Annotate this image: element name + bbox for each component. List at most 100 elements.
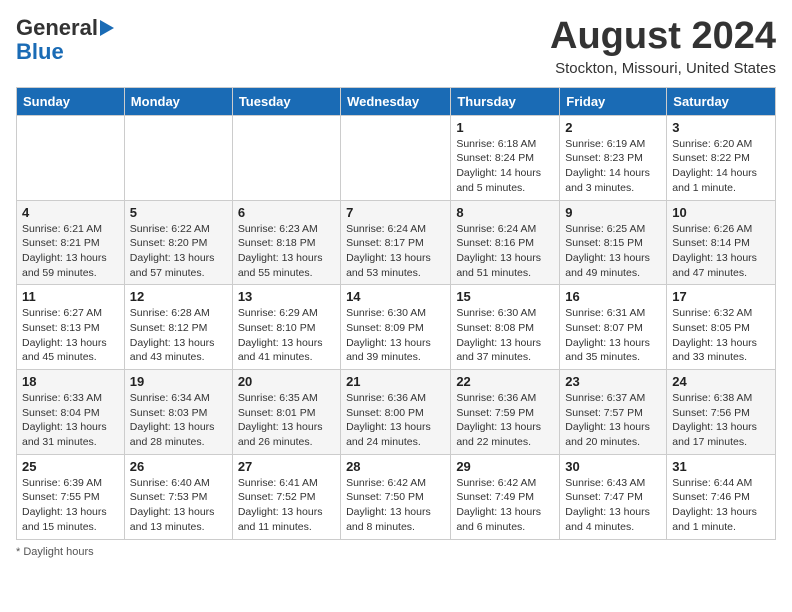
day-info: Sunrise: 6:39 AMSunset: 7:55 PMDaylight:… (22, 476, 119, 535)
calendar-cell: 18 Sunrise: 6:33 AMSunset: 8:04 PMDayligh… (17, 370, 125, 455)
calendar-cell: 3 Sunrise: 6:20 AMSunset: 8:22 PMDaylight… (667, 115, 776, 200)
logo-text: General (16, 16, 98, 40)
day-number: 29 (456, 459, 554, 474)
calendar-week-4: 18 Sunrise: 6:33 AMSunset: 8:04 PMDayligh… (17, 370, 776, 455)
header: General Blue August 2024 Stockton, Misso… (16, 16, 776, 77)
calendar-cell: 24Sunrise: 6:38 AMSunset: 7:56 PMDayligh… (667, 370, 776, 455)
day-info: Sunrise: 6:33 AMSunset: 8:04 PMDaylight:… (22, 391, 119, 450)
calendar-cell: 16 Sunrise: 6:31 AMSunset: 8:07 PMDayligh… (560, 285, 667, 370)
calendar-cell: 22Sunrise: 6:36 AMSunset: 7:59 PMDayligh… (451, 370, 560, 455)
day-info: Sunrise: 6:27 AMSunset: 8:13 PMDaylight:… (22, 306, 119, 365)
day-number: 14 (346, 289, 445, 304)
day-number: 10 (672, 205, 770, 220)
day-info: Sunrise: 6:22 AMSunset: 8:20 PMDaylight:… (130, 222, 227, 281)
calendar-cell (232, 115, 340, 200)
calendar-cell (17, 115, 125, 200)
title-area: August 2024 Stockton, Missouri, United S… (550, 16, 776, 77)
day-number: 21 (346, 374, 445, 389)
calendar-cell: 2 Sunrise: 6:19 AMSunset: 8:23 PMDaylight… (560, 115, 667, 200)
day-number: 26 (130, 459, 227, 474)
day-info: Sunrise: 6:20 AMSunset: 8:22 PMDaylight:… (672, 137, 770, 196)
calendar-cell: 8Sunrise: 6:24 AMSunset: 8:16 PMDaylight… (451, 200, 560, 285)
calendar-cell: 25 Sunrise: 6:39 AMSunset: 7:55 PMDayligh… (17, 454, 125, 539)
day-number: 8 (456, 205, 554, 220)
day-number: 13 (238, 289, 335, 304)
calendar-cell: 27Sunrise: 6:41 AMSunset: 7:52 PMDayligh… (232, 454, 340, 539)
day-number: 31 (672, 459, 770, 474)
day-info: Sunrise: 6:40 AMSunset: 7:53 PMDaylight:… (130, 476, 227, 535)
day-number: 27 (238, 459, 335, 474)
day-number: 20 (238, 374, 335, 389)
calendar-cell: 17Sunrise: 6:32 AMSunset: 8:05 PMDayligh… (667, 285, 776, 370)
logo: General Blue (16, 16, 114, 64)
day-number: 16 (565, 289, 661, 304)
calendar-cell: 6 Sunrise: 6:23 AMSunset: 8:18 PMDaylight… (232, 200, 340, 285)
calendar-cell: 14 Sunrise: 6:30 AMSunset: 8:09 PMDayligh… (341, 285, 451, 370)
calendar-cell: 4Sunrise: 6:21 AMSunset: 8:21 PMDaylight… (17, 200, 125, 285)
day-info: Sunrise: 6:42 AMSunset: 7:49 PMDaylight:… (456, 476, 554, 535)
logo-arrow-icon (100, 20, 114, 36)
day-number: 30 (565, 459, 661, 474)
day-info: Sunrise: 6:35 AMSunset: 8:01 PMDaylight:… (238, 391, 335, 450)
calendar-header-monday: Monday (124, 87, 232, 115)
day-info: Sunrise: 6:29 AMSunset: 8:10 PMDaylight:… (238, 306, 335, 365)
calendar-cell: 15 Sunrise: 6:30 AMSunset: 8:08 PMDayligh… (451, 285, 560, 370)
day-info: Sunrise: 6:19 AMSunset: 8:23 PMDaylight:… (565, 137, 661, 196)
day-number: 18 (22, 374, 119, 389)
day-number: 17 (672, 289, 770, 304)
day-info: Sunrise: 6:42 AMSunset: 7:50 PMDaylight:… (346, 476, 445, 535)
day-number: 3 (672, 120, 770, 135)
day-info: Sunrise: 6:26 AMSunset: 8:14 PMDaylight:… (672, 222, 770, 281)
calendar-cell: 23 Sunrise: 6:37 AMSunset: 7:57 PMDayligh… (560, 370, 667, 455)
day-number: 19 (130, 374, 227, 389)
calendar-table: SundayMondayTuesdayWednesdayThursdayFrid… (16, 87, 776, 540)
day-number: 15 (456, 289, 554, 304)
day-number: 24 (672, 374, 770, 389)
footer-note: * Daylight hours (16, 546, 776, 558)
calendar-cell: 28Sunrise: 6:42 AMSunset: 7:50 PMDayligh… (341, 454, 451, 539)
calendar-week-1: 1 Sunrise: 6:18 AMSunset: 8:24 PMDaylight… (17, 115, 776, 200)
calendar-cell: 1 Sunrise: 6:18 AMSunset: 8:24 PMDaylight… (451, 115, 560, 200)
calendar-cell: 30 Sunrise: 6:43 AMSunset: 7:47 PMDayligh… (560, 454, 667, 539)
calendar-cell: 21Sunrise: 6:36 AMSunset: 8:00 PMDayligh… (341, 370, 451, 455)
day-info: Sunrise: 6:43 AMSunset: 7:47 PMDaylight:… (565, 476, 661, 535)
calendar-cell: 12 Sunrise: 6:28 AMSunset: 8:12 PMDayligh… (124, 285, 232, 370)
day-info: Sunrise: 6:25 AMSunset: 8:15 PMDaylight:… (565, 222, 661, 281)
day-number: 23 (565, 374, 661, 389)
day-number: 12 (130, 289, 227, 304)
calendar-week-3: 11Sunrise: 6:27 AMSunset: 8:13 PMDayligh… (17, 285, 776, 370)
calendar-header-thursday: Thursday (451, 87, 560, 115)
day-number: 6 (238, 205, 335, 220)
calendar-cell: 11Sunrise: 6:27 AMSunset: 8:13 PMDayligh… (17, 285, 125, 370)
calendar-cell (124, 115, 232, 200)
calendar-header-friday: Friday (560, 87, 667, 115)
day-number: 2 (565, 120, 661, 135)
day-info: Sunrise: 6:31 AMSunset: 8:07 PMDaylight:… (565, 306, 661, 365)
day-info: Sunrise: 6:36 AMSunset: 7:59 PMDaylight:… (456, 391, 554, 450)
month-title: August 2024 (550, 16, 776, 58)
day-info: Sunrise: 6:24 AMSunset: 8:17 PMDaylight:… (346, 222, 445, 281)
calendar-header-sunday: Sunday (17, 87, 125, 115)
day-info: Sunrise: 6:30 AMSunset: 8:08 PMDaylight:… (456, 306, 554, 365)
day-number: 7 (346, 205, 445, 220)
day-number: 1 (456, 120, 554, 135)
day-info: Sunrise: 6:18 AMSunset: 8:24 PMDaylight:… (456, 137, 554, 196)
day-info: Sunrise: 6:23 AMSunset: 8:18 PMDaylight:… (238, 222, 335, 281)
day-number: 25 (22, 459, 119, 474)
calendar-cell: 19Sunrise: 6:34 AMSunset: 8:03 PMDayligh… (124, 370, 232, 455)
calendar-cell: 5Sunrise: 6:22 AMSunset: 8:20 PMDaylight… (124, 200, 232, 285)
day-number: 9 (565, 205, 661, 220)
calendar-cell: 9 Sunrise: 6:25 AMSunset: 8:15 PMDaylight… (560, 200, 667, 285)
day-info: Sunrise: 6:37 AMSunset: 7:57 PMDaylight:… (565, 391, 661, 450)
calendar-cell: 29 Sunrise: 6:42 AMSunset: 7:49 PMDayligh… (451, 454, 560, 539)
calendar-header-tuesday: Tuesday (232, 87, 340, 115)
calendar-header-wednesday: Wednesday (341, 87, 451, 115)
calendar-header-row: SundayMondayTuesdayWednesdayThursdayFrid… (17, 87, 776, 115)
calendar-cell: 31Sunrise: 6:44 AMSunset: 7:46 PMDayligh… (667, 454, 776, 539)
calendar-cell: 26 Sunrise: 6:40 AMSunset: 7:53 PMDayligh… (124, 454, 232, 539)
calendar-cell: 13 Sunrise: 6:29 AMSunset: 8:10 PMDayligh… (232, 285, 340, 370)
day-info: Sunrise: 6:28 AMSunset: 8:12 PMDaylight:… (130, 306, 227, 365)
day-info: Sunrise: 6:30 AMSunset: 8:09 PMDaylight:… (346, 306, 445, 365)
calendar-cell (341, 115, 451, 200)
logo-blue-text: Blue (16, 40, 64, 64)
